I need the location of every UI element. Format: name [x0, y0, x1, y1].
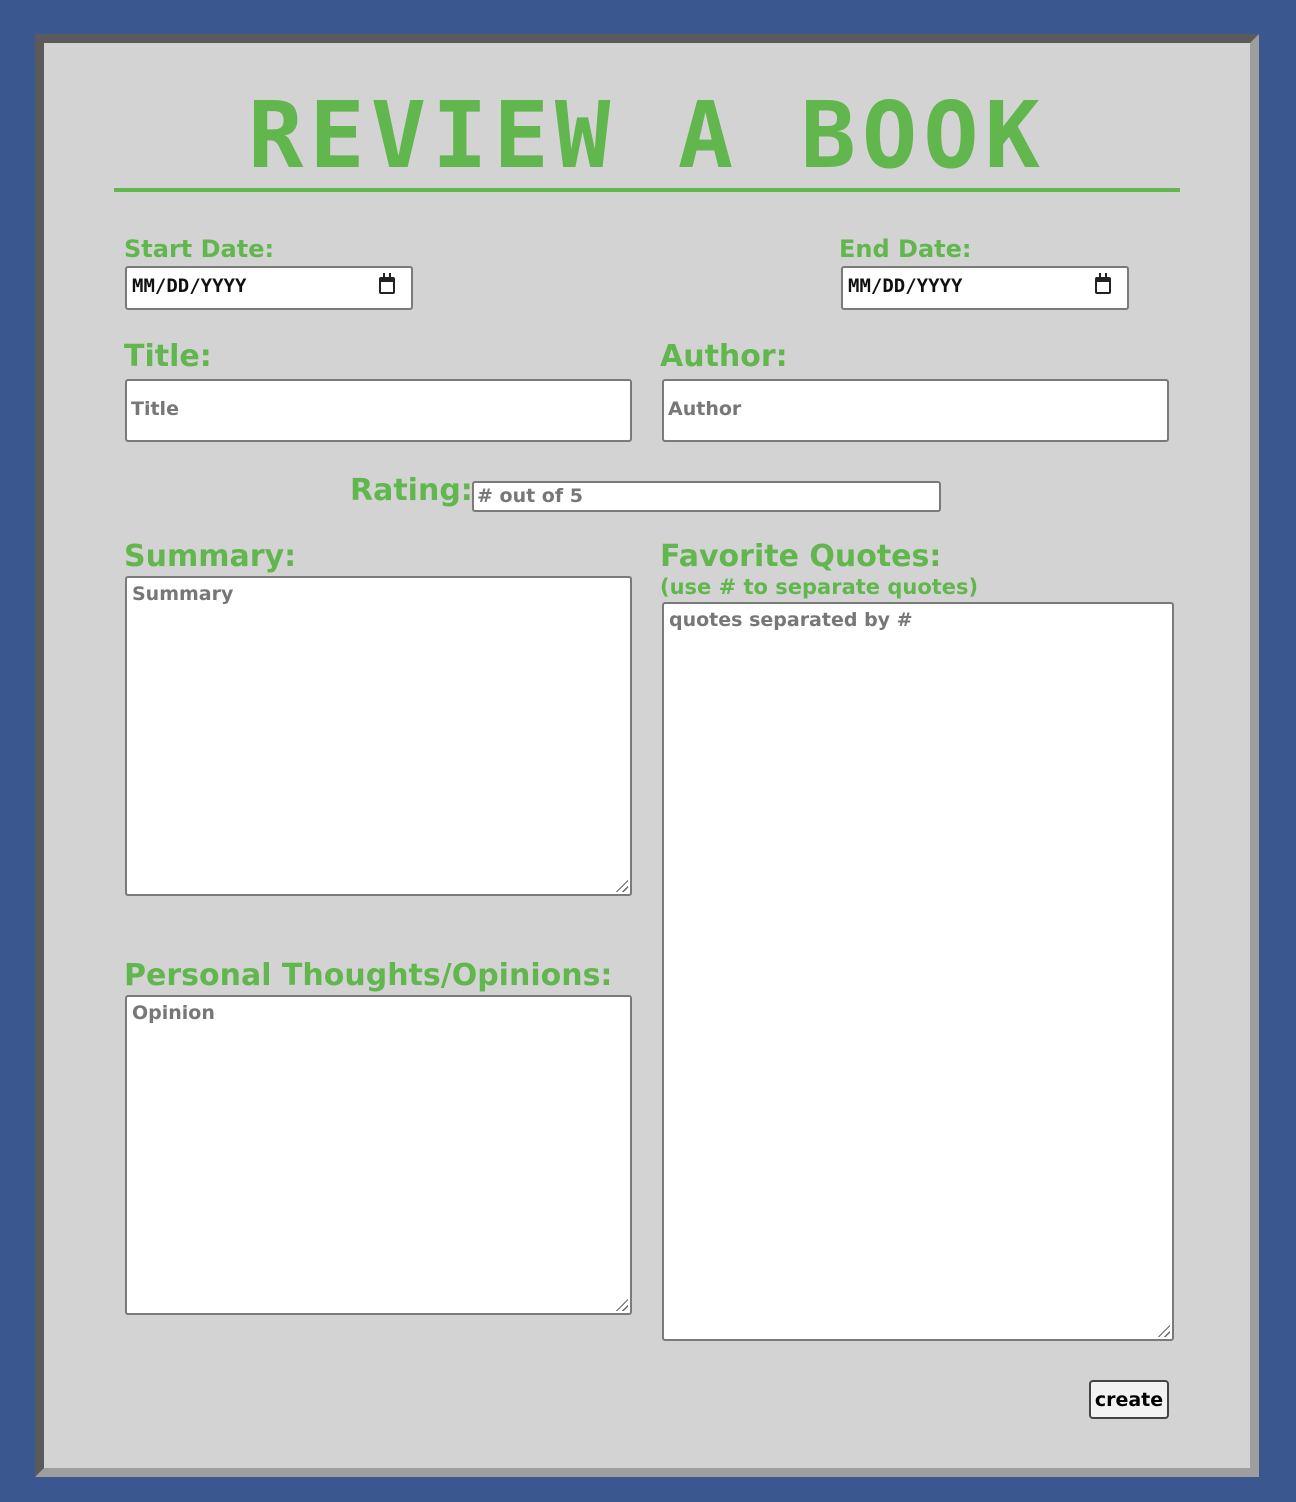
- calendar-icon[interactable]: [1095, 273, 1111, 294]
- end-date-label: End Date:: [839, 235, 972, 263]
- author-input[interactable]: Author: [662, 379, 1169, 442]
- opinion-textarea[interactable]: Opinion: [125, 995, 632, 1315]
- rating-placeholder: # out of 5: [477, 485, 583, 507]
- start-date-value: MM/DD/YYYY: [132, 275, 247, 297]
- resize-handle-icon[interactable]: [616, 1299, 628, 1311]
- title-label: Title:: [124, 339, 212, 374]
- summary-placeholder: Summary: [132, 583, 234, 605]
- calendar-icon[interactable]: [379, 273, 395, 294]
- start-date-label: Start Date:: [124, 235, 275, 263]
- author-placeholder: Author: [668, 398, 742, 420]
- quotes-placeholder: quotes separated by #: [669, 609, 913, 631]
- quotes-textarea[interactable]: quotes separated by #: [662, 602, 1174, 1341]
- title-placeholder: Title: [131, 398, 179, 420]
- title-input[interactable]: Title: [125, 379, 632, 442]
- summary-textarea[interactable]: Summary: [125, 576, 632, 896]
- rating-label: Rating:: [350, 473, 473, 508]
- end-date-input[interactable]: MM/DD/YYYY: [841, 266, 1129, 310]
- page-title: REVIEW A BOOK: [114, 88, 1180, 192]
- opinion-label: Personal Thoughts/Opinions:: [124, 958, 613, 993]
- create-button[interactable]: create: [1089, 1380, 1169, 1419]
- quotes-label: Favorite Quotes:: [660, 539, 942, 574]
- opinion-placeholder: Opinion: [132, 1002, 215, 1024]
- rating-input[interactable]: # out of 5: [472, 481, 941, 512]
- summary-label: Summary:: [124, 539, 297, 574]
- resize-handle-icon[interactable]: [1158, 1325, 1170, 1337]
- start-date-input[interactable]: MM/DD/YYYY: [125, 266, 413, 310]
- resize-handle-icon[interactable]: [616, 880, 628, 892]
- quotes-hint: (use # to separate quotes): [660, 575, 979, 599]
- author-label: Author:: [660, 339, 788, 374]
- end-date-value: MM/DD/YYYY: [848, 275, 963, 297]
